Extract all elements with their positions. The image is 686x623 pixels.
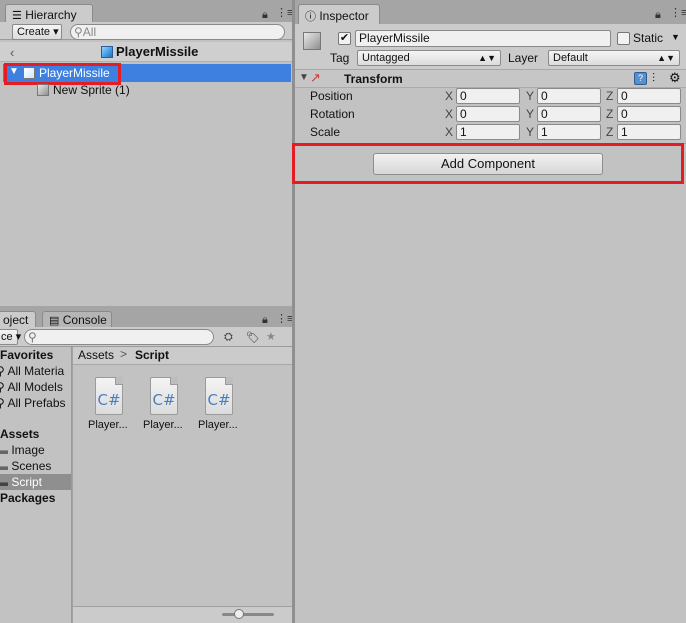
favorite-item[interactable]: ⚲ All Prefabs xyxy=(0,396,66,410)
axis-y-label[interactable]: Y xyxy=(526,125,534,139)
help-book-icon[interactable]: ? xyxy=(634,72,647,85)
info-icon: ⓘ xyxy=(305,11,316,23)
file-label[interactable]: Player... xyxy=(198,419,238,431)
folder-item-scenes[interactable]: ▬ Scenes xyxy=(0,459,51,473)
search-icon: ⚲ xyxy=(0,396,5,410)
project-tab[interactable]: oject xyxy=(0,311,36,328)
scale-label: Scale xyxy=(310,125,341,139)
csharp-file-icon[interactable]: C# xyxy=(150,377,178,415)
collapse-arrow-icon[interactable]: ▼ xyxy=(299,72,309,83)
hierarchy-tab[interactable]: ☰ Hierarchy xyxy=(5,4,93,24)
favorite-star-icon[interactable]: ★ xyxy=(266,330,276,343)
csharp-file-icon[interactable]: C# xyxy=(95,377,123,415)
packages-header[interactable]: Packages xyxy=(0,491,55,505)
back-arrow-icon[interactable]: ‹ xyxy=(10,45,14,60)
assets-header[interactable]: Assets xyxy=(0,427,39,441)
breadcrumb-script[interactable]: Script xyxy=(135,348,169,362)
preset-sliders-icon[interactable]: ⫶ xyxy=(652,71,655,86)
scale-y-field[interactable]: 1 xyxy=(537,124,601,140)
search-icon: ⚲ xyxy=(28,330,37,344)
lock-icon[interactable]: 🔒︎ xyxy=(262,314,268,327)
lock-icon[interactable]: 🔒︎ xyxy=(655,9,661,22)
position-y-field[interactable]: 0 xyxy=(537,88,601,104)
hierarchy-search-input[interactable]: ⚲All xyxy=(70,24,285,40)
highlight-box-add-component xyxy=(292,143,684,184)
position-z-field[interactable]: 0 xyxy=(617,88,681,104)
console-tab[interactable]: ▤ Console xyxy=(42,311,112,328)
sprite-cube-icon xyxy=(37,84,49,96)
favorite-item[interactable]: ⚲ All Models xyxy=(0,380,63,394)
tag-dropdown[interactable]: Untagged ▲▼ xyxy=(357,50,501,66)
axis-y-label[interactable]: Y xyxy=(526,107,534,121)
panel-menu-icon[interactable]: ⋮≡ xyxy=(276,6,293,19)
gear-icon[interactable]: ⚙ xyxy=(669,70,681,86)
scene-title: PlayerMissile xyxy=(116,44,199,59)
position-label: Position xyxy=(310,89,353,103)
breadcrumb-separator: > xyxy=(120,347,128,361)
folder-item-script[interactable]: ▬ Script xyxy=(0,475,42,489)
hierarchy-item-new-sprite[interactable]: New Sprite (1) xyxy=(53,83,130,97)
search-icon: ⚲ xyxy=(0,364,5,378)
panel-menu-icon[interactable]: ⋮≡ xyxy=(276,312,293,325)
rotation-label: Rotation xyxy=(310,107,355,121)
folder-item-image[interactable]: ▬ Image xyxy=(0,443,45,457)
axis-x-label[interactable]: X xyxy=(445,89,453,103)
inspector-tab[interactable]: ⓘ Inspector xyxy=(298,4,380,24)
position-x-field[interactable]: 0 xyxy=(456,88,520,104)
static-label: Static xyxy=(633,31,664,45)
folder-icon: ▬ xyxy=(0,443,8,457)
transform-axes-icon: ↗ xyxy=(310,70,321,85)
filter-by-label-icon[interactable]: 🏷︎ xyxy=(246,331,260,344)
create-dropdown[interactable]: Create ▾ xyxy=(12,24,62,40)
list-icon: ☰ xyxy=(12,10,22,22)
file-label[interactable]: Player... xyxy=(88,419,128,431)
scale-z-field[interactable]: 1 xyxy=(617,124,681,140)
gameobject-icon xyxy=(303,32,321,50)
axis-x-label[interactable]: X xyxy=(445,107,453,121)
console-icon: ▤ xyxy=(49,315,60,327)
transform-title: Transform xyxy=(344,72,403,86)
prefab-cube-icon xyxy=(101,46,113,58)
favorite-item[interactable]: ⚲ All Materia xyxy=(0,364,64,378)
filter-by-type-icon[interactable]: ⛭ xyxy=(224,331,233,344)
tag-label: Tag xyxy=(330,51,350,65)
lock-icon[interactable]: 🔒︎ xyxy=(262,9,268,22)
project-search-input[interactable]: ⚲ xyxy=(24,329,214,345)
axis-z-label[interactable]: Z xyxy=(606,89,613,103)
file-label[interactable]: Player... xyxy=(143,419,183,431)
static-checkbox[interactable] xyxy=(617,32,630,45)
layer-label: Layer xyxy=(508,51,539,65)
rotation-x-field[interactable]: 0 xyxy=(456,106,520,122)
rotation-y-field[interactable]: 0 xyxy=(537,106,601,122)
layer-dropdown[interactable]: Default ▲▼ xyxy=(548,50,680,66)
object-name-field[interactable]: PlayerMissile xyxy=(355,30,611,47)
panel-menu-icon[interactable]: ⋮≡ xyxy=(670,6,686,19)
zoom-slider-track[interactable] xyxy=(222,613,274,616)
zoom-slider-handle[interactable] xyxy=(234,609,244,619)
folder-icon: ▬ xyxy=(0,459,8,473)
csharp-file-icon[interactable]: C# xyxy=(205,377,233,415)
favorites-header: Favorites xyxy=(0,348,54,362)
axis-y-label[interactable]: Y xyxy=(526,89,534,103)
rotation-z-field[interactable]: 0 xyxy=(617,106,681,122)
project-create-dropdown[interactable]: ce ▾ xyxy=(0,329,21,345)
scale-x-field[interactable]: 1 xyxy=(456,124,520,140)
folder-icon: ▬ xyxy=(0,475,8,489)
highlight-box-hierarchy xyxy=(4,63,121,85)
active-checkbox[interactable]: ✔ xyxy=(338,32,351,45)
axis-x-label[interactable]: X xyxy=(445,125,453,139)
axis-z-label[interactable]: Z xyxy=(606,107,613,121)
breadcrumb-assets[interactable]: Assets xyxy=(78,348,114,362)
search-icon: ⚲ xyxy=(0,380,5,394)
search-icon: ⚲ xyxy=(74,25,83,39)
static-dropdown-arrow-icon[interactable]: ▼ xyxy=(671,32,680,42)
axis-z-label[interactable]: Z xyxy=(606,125,613,139)
